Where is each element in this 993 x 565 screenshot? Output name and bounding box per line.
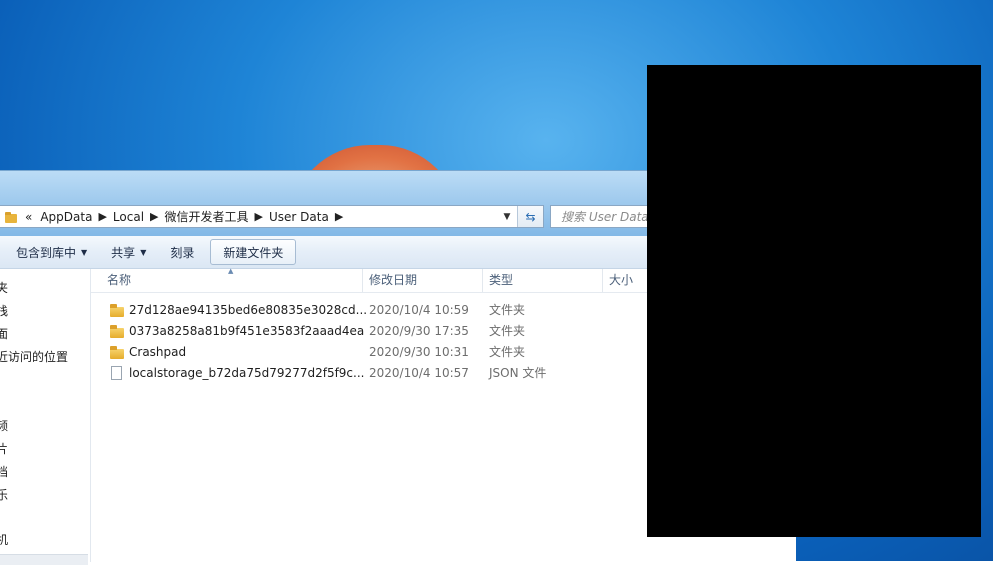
search-placeholder: 搜索 User Data [561,210,649,224]
chevron-right-icon[interactable]: ▶ [98,210,106,223]
nav-item-videos[interactable]: 频 [0,417,8,434]
share-label: 共享 [111,245,136,260]
folder-icon [5,211,17,223]
obscured-window [647,65,981,537]
folder-icon [110,304,124,317]
nav-item-pictures[interactable]: 片 [0,440,8,457]
file-date: 2020/9/30 10:31 [369,345,469,359]
file-name: 0373a8258a81b9f451e3583f2aaad4ea [129,324,365,338]
nav-item-music[interactable]: 乐 [0,486,8,503]
breadcrumb-wechat-devtools[interactable]: 微信开发者工具 [165,208,249,225]
nav-item-favorites[interactable]: 夹 [0,279,8,296]
include-in-library-button[interactable]: 包含到库中 ▼ [0,240,99,264]
chevron-right-icon[interactable]: ▶ [255,210,263,223]
new-folder-button[interactable]: 新建文件夹 [210,239,297,265]
folder-icon [110,325,124,338]
share-button[interactable]: 共享 ▼ [99,240,158,264]
file-type: JSON 文件 [489,366,547,380]
refresh-icon: ⇆ [525,209,536,224]
column-type[interactable]: 类型 [483,269,601,292]
column-date-modified[interactable]: 修改日期 [363,269,481,292]
chevron-down-icon: ▼ [140,247,147,257]
file-name: localstorage_b72da75d79277d2f5f9c... [129,366,365,380]
navigation-pane: 夹 栈 面 近访问的位置 频 片 档 乐 机 [0,269,91,562]
refresh-button[interactable]: ⇆ [517,206,543,227]
file-date: 2020/9/30 17:35 [369,324,469,338]
nav-item-downloads[interactable]: 栈 [0,302,8,319]
burn-button[interactable]: 刻录 [158,240,206,264]
sort-ascending-icon: ▲ [228,267,234,275]
chevron-down-icon[interactable]: ▼ [499,206,515,227]
file-date: 2020/10/4 10:59 [369,303,469,317]
new-folder-label: 新建文件夹 [223,245,284,260]
file-type: 文件夹 [489,303,526,317]
chevron-right-icon[interactable]: ▶ [150,210,158,223]
file-name: 27d128ae94135bed6e80835e3028cd... [129,303,368,317]
breadcrumb-overflow[interactable]: « [25,210,32,224]
file-name: Crashpad [129,345,187,359]
address-bar[interactable]: « AppData ▶ Local ▶ 微信开发者工具 ▶ User Data … [0,205,544,228]
file-date: 2020/10/4 10:57 [369,366,469,380]
file-type: 文件夹 [489,324,526,338]
file-icon [111,366,122,380]
nav-item-recent-places[interactable]: 近访问的位置 [0,348,68,365]
chevron-down-icon: ▼ [81,247,88,257]
breadcrumb-appdata[interactable]: AppData [40,210,92,224]
nav-item-computer[interactable]: 机 [0,531,8,548]
breadcrumb-local[interactable]: Local [113,210,144,224]
file-type: 文件夹 [489,345,526,359]
nav-horizontal-scrollbar[interactable] [0,554,88,565]
burn-label: 刻录 [170,245,195,260]
nav-item-documents[interactable]: 档 [0,463,8,480]
include-in-library-label: 包含到库中 [16,245,77,260]
folder-icon [110,346,124,359]
nav-item-desktop[interactable]: 面 [0,325,8,342]
chevron-right-icon[interactable]: ▶ [335,210,343,223]
breadcrumb-user-data[interactable]: User Data [269,210,329,224]
